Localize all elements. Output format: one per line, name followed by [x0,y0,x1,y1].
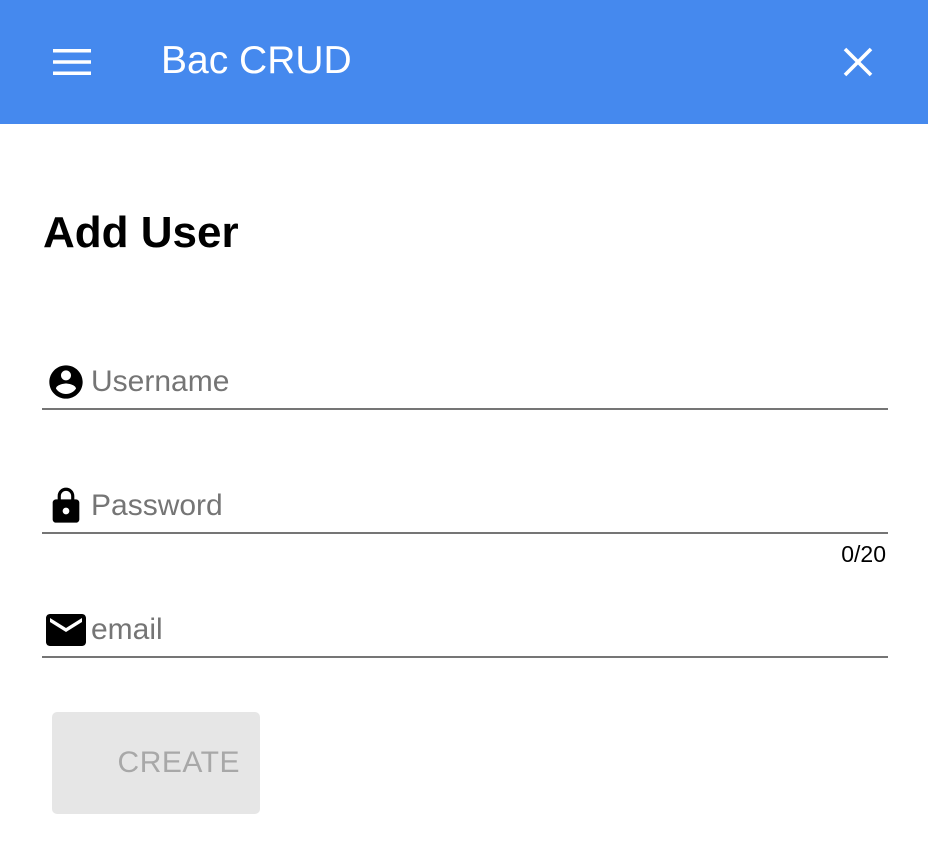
username-field [42,350,888,410]
close-icon [843,47,873,77]
mail-icon [46,610,86,650]
email-field [42,598,888,658]
menu-button[interactable] [42,38,102,86]
create-button[interactable]: CREATE [52,712,260,814]
email-input[interactable] [91,610,881,650]
password-character-counter: 0/20 [841,541,886,567]
username-input[interactable] [91,362,881,402]
password-field [42,474,888,534]
app-title: Bac CRUD [161,39,352,82]
hamburger-menu-icon [53,49,91,75]
lock-icon [46,486,86,526]
app-bar: Bac CRUD [0,0,928,124]
close-button[interactable] [832,36,884,88]
password-input[interactable] [91,486,881,526]
page-title: Add User [43,208,239,257]
account-circle-icon [46,362,86,402]
